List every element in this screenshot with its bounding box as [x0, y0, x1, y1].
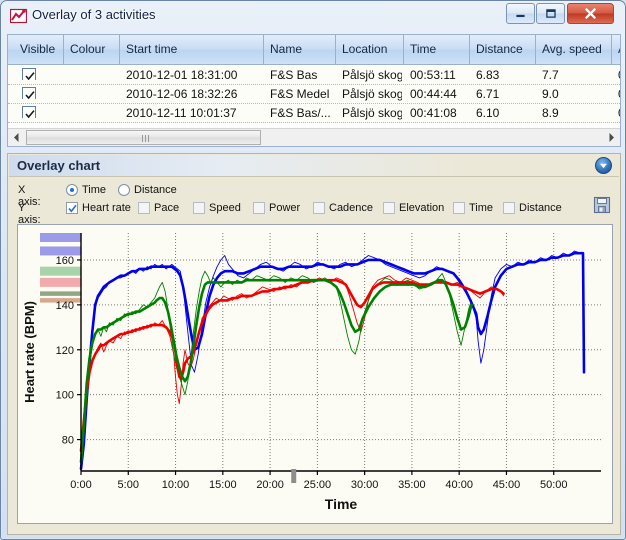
cell-name: F&S Bas — [270, 68, 318, 82]
svg-text:Heart rate (BPM): Heart rate (BPM) — [22, 301, 37, 403]
column-header-distance[interactable]: Distance — [470, 35, 536, 64]
column-header-visible[interactable]: Visible — [14, 35, 64, 64]
svg-text:80: 80 — [62, 435, 74, 447]
svg-text:5:00: 5:00 — [118, 479, 139, 491]
checkbox-icon — [253, 202, 265, 214]
cell-location: Pålsjö skog — [342, 68, 402, 82]
svg-text:35:00: 35:00 — [398, 479, 426, 491]
option-label: Elevation — [399, 202, 445, 214]
cell-distance: 6.83 — [476, 68, 500, 82]
option-label: Cadence — [329, 202, 374, 214]
cell-a: 0 — [618, 66, 620, 84]
cell-start-time: 2010-12-01 18:31:00 — [126, 68, 238, 82]
visible-checkbox[interactable] — [22, 66, 40, 80]
svg-text:10:00: 10:00 — [162, 479, 190, 491]
column-header-a[interactable]: A — [612, 35, 620, 64]
cell-location: Pålsjö skog — [342, 87, 402, 101]
cell-time: 00:41:08 — [410, 106, 457, 120]
save-icon[interactable] — [593, 196, 611, 214]
svg-text:20:00: 20:00 — [256, 479, 284, 491]
checkbox-icon — [503, 202, 515, 214]
svg-text:45:00: 45:00 — [493, 479, 521, 491]
cell-name: F&S Medel — [270, 87, 330, 101]
cell-start-time: 2010-12-11 10:01:37 — [126, 106, 237, 120]
heart-rate-chart[interactable]: 80 100 120 140 160 0:00 5:00 10:00 15:00 20:00 25:… — [17, 224, 613, 524]
cell-a: 0 — [618, 104, 620, 122]
overlay-chart-panel: Overlay chart X axis: Time Distance Y axi… — [7, 153, 621, 535]
y-axis-label: Y axis: — [18, 202, 41, 226]
table-header-row: Visible Colour Start time Name Location Time D… — [8, 35, 620, 65]
option-label: Distance — [134, 184, 177, 196]
option-label: Speed — [209, 202, 241, 214]
column-header-location[interactable]: Location — [336, 35, 404, 64]
svg-text:140: 140 — [56, 300, 74, 312]
panel-title: Overlay chart — [17, 158, 101, 173]
svg-text:50:00: 50:00 — [540, 479, 568, 491]
option-label: Time — [469, 202, 494, 214]
svg-text:Time: Time — [325, 496, 358, 512]
option-label: Pace — [154, 202, 180, 214]
minimize-button[interactable] — [506, 3, 535, 24]
cell-name: F&S Bas/... — [270, 106, 331, 120]
window-title: Overlay of 3 activities — [32, 7, 156, 22]
svg-text:15:00: 15:00 — [209, 479, 237, 491]
application-window: Overlay of 3 activities Visible Colour Sta… — [0, 0, 626, 540]
checkbox-icon — [138, 202, 150, 214]
svg-text:120: 120 — [56, 345, 74, 357]
scroll-left-arrow[interactable] — [8, 129, 25, 146]
radio-icon — [66, 184, 78, 196]
svg-text:40:00: 40:00 — [445, 479, 473, 491]
cell-avg-speed: 9.0 — [542, 87, 559, 101]
scrollbar-thumb[interactable] — [26, 130, 261, 145]
column-header-time[interactable]: Time — [404, 35, 470, 64]
title-bar: Overlay of 3 activities — [1, 1, 626, 31]
table-row[interactable]: 2010-12-11 10:01:37 F&S Bas/... Pålsjö sko… — [8, 104, 620, 123]
cell-a: 0 — [618, 85, 620, 103]
app-icon — [9, 8, 28, 24]
checkbox-icon — [383, 202, 395, 214]
activities-table[interactable]: Visible Colour Start time Name Location Time D… — [7, 34, 621, 147]
column-header-avg-speed[interactable]: Avg. speed — [536, 35, 612, 64]
scroll-right-arrow[interactable] — [603, 129, 620, 146]
svg-text:0:00: 0:00 — [70, 479, 91, 491]
cell-avg-speed: 7.7 — [542, 68, 559, 82]
visible-checkbox[interactable] — [22, 104, 40, 118]
column-header-start-time[interactable]: Start time — [120, 35, 264, 64]
cell-start-time: 2010-12-06 18:32:26 — [126, 87, 238, 101]
cell-distance: 6.71 — [476, 87, 500, 101]
checkbox-icon — [453, 202, 465, 214]
cell-avg-speed: 8.9 — [542, 106, 559, 120]
checkbox-icon — [193, 202, 205, 214]
checkbox-icon — [66, 202, 78, 214]
option-label: Heart rate — [82, 202, 131, 214]
svg-text:25:00: 25:00 — [304, 479, 332, 491]
svg-text:100: 100 — [56, 390, 74, 402]
cell-distance: 6.10 — [476, 106, 500, 120]
table-row[interactable]: 2010-12-06 18:32:26 F&S Medel Pålsjö skog 0… — [8, 85, 620, 104]
column-header-colour[interactable]: Colour — [64, 35, 120, 64]
option-label: Time — [82, 184, 107, 196]
table-row[interactable]: 2010-12-01 18:31:00 F&S Bas Pålsjö skog 00:… — [8, 66, 620, 85]
cell-location: Pålsjö skog — [342, 106, 402, 120]
chart-canvas: 80 100 120 140 160 0:00 5:00 10:00 15:00 20:00 25:… — [22, 233, 601, 512]
maximize-button[interactable] — [536, 3, 565, 24]
svg-text:160: 160 — [56, 255, 74, 267]
svg-text:30:00: 30:00 — [351, 479, 379, 491]
column-header-name[interactable]: Name — [264, 35, 336, 64]
checkbox-icon — [313, 202, 325, 214]
radio-icon — [118, 184, 130, 196]
visible-checkbox[interactable] — [22, 85, 40, 99]
chevron-down-icon[interactable] — [595, 157, 612, 174]
cell-time: 00:44:44 — [410, 87, 457, 101]
table-horizontal-scrollbar[interactable] — [8, 128, 620, 146]
cell-time: 00:53:11 — [410, 68, 456, 82]
close-button[interactable] — [567, 3, 614, 24]
option-label: Power — [269, 202, 301, 214]
panel-header: Overlay chart — [9, 155, 619, 177]
option-label: Distance — [519, 202, 562, 214]
